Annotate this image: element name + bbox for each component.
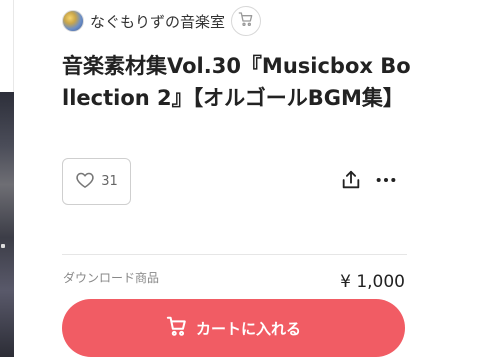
cart-icon (166, 315, 188, 341)
more-icon (375, 169, 397, 195)
creator-shop-button[interactable] (231, 6, 262, 36)
add-to-cart-button[interactable]: カートに入れる (62, 299, 405, 357)
like-count: 31 (101, 174, 118, 189)
creator-avatar[interactable] (62, 10, 84, 32)
product-type-label: ダウンロード商品 (63, 271, 160, 285)
creator-row[interactable]: なぐもりずの音楽室 (62, 5, 262, 37)
strip-marker (1, 244, 5, 248)
product-price: ¥ 1,000 (340, 272, 405, 292)
strip-edge (0, 0, 14, 92)
like-button[interactable]: 31 (62, 158, 131, 205)
share-icon (340, 169, 362, 195)
cover-image-edge (0, 92, 14, 357)
add-to-cart-label: カートに入れる (195, 320, 301, 338)
section-divider (62, 254, 407, 255)
product-title: 音楽素材集Vol.30『Musicbox Bollection 2』【オルゴール… (62, 54, 411, 110)
background-image-strip (0, 0, 14, 357)
share-button[interactable] (339, 170, 363, 194)
heart-icon (75, 170, 95, 194)
creator-name[interactable]: なぐもりずの音楽室 (90, 11, 225, 32)
more-button[interactable] (374, 170, 398, 194)
cart-icon (238, 11, 254, 31)
